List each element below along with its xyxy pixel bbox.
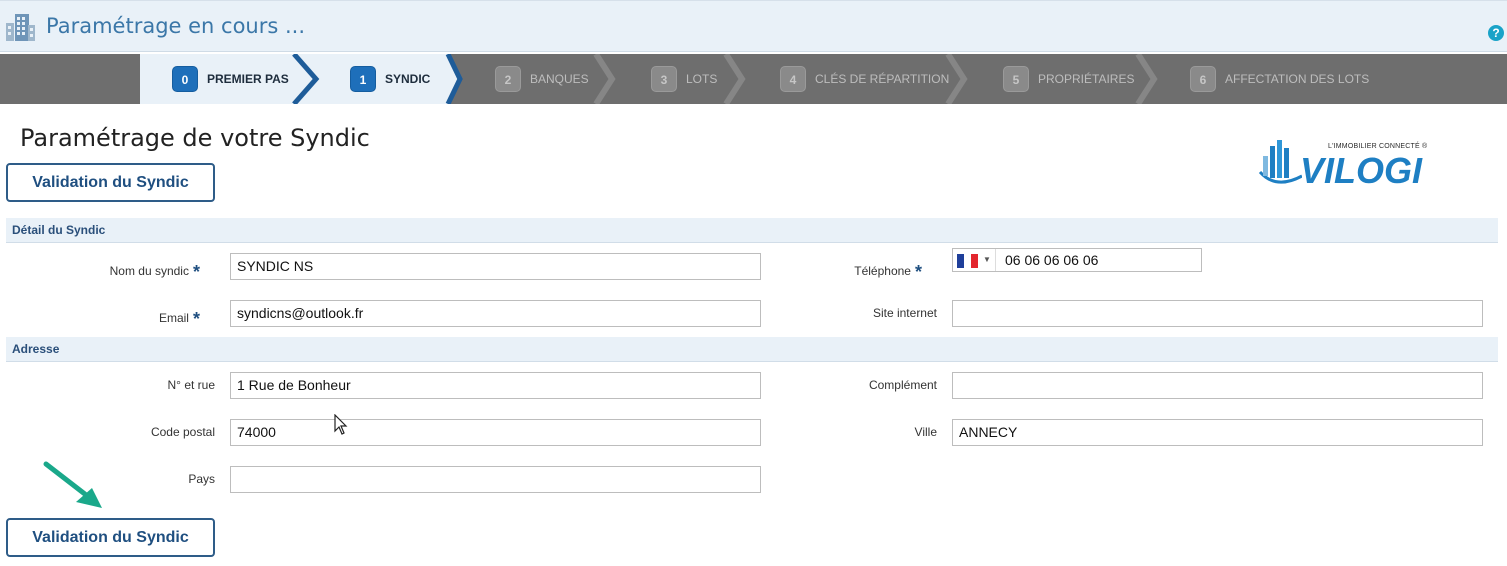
chevron-down-icon[interactable]: ▼ [983,255,991,264]
wizard-step-cles-repartition[interactable]: 4 CLÉS DE RÉPARTITION [780,54,949,104]
nom-syndic-label: Nom du syndic * [109,262,200,282]
separator [995,249,996,271]
rue-label: N° et rue [167,378,215,392]
validate-syndic-button-bottom[interactable]: Validation du Syndic [6,518,215,557]
step-label: PROPRIÉTAIRES [1038,72,1135,86]
wizard-step-proprietaires[interactable]: 5 PROPRIÉTAIRES [1003,54,1134,104]
section-detail-syndic: Détail du Syndic [6,218,1498,243]
telephone-label: Téléphone * [854,262,922,282]
complement-input[interactable] [952,372,1483,399]
wizard-step-premier-pas[interactable]: 0 PREMIER PAS [172,54,289,104]
chevron-right-icon [945,54,968,104]
vilogi-logo: L'IMMOBILIER CONNECTÉ ® VILOGI [1256,138,1446,191]
wizard-step-syndic[interactable]: 1 SYNDIC [350,54,430,104]
telephone-value[interactable]: 06 06 06 06 06 [1005,252,1098,268]
mouse-cursor-icon [334,414,348,435]
logo-building-icon [1258,140,1302,184]
step-number: 1 [350,66,376,92]
step-number: 5 [1003,66,1029,92]
step-label: CLÉS DE RÉPARTITION [815,72,950,86]
telephone-input[interactable]: ▼ 06 06 06 06 06 [952,248,1202,272]
help-icon[interactable]: ? [1488,25,1504,41]
step-label: SYNDIC [385,72,431,86]
step-label: BANQUES [530,72,589,86]
setup-wizard: 0 PREMIER PAS 1 SYNDIC 2 BANQUES 3 LOTS … [0,54,1507,104]
building-icon [6,14,35,41]
france-flag-icon[interactable] [957,254,978,268]
step-label: AFFECTATION DES LOTS [1225,72,1370,86]
step-number: 6 [1190,66,1216,92]
step-number: 2 [495,66,521,92]
required-mark: * [914,262,922,282]
annotation-arrow-icon [43,461,102,508]
wizard-step-banques[interactable]: 2 BANQUES [495,54,589,104]
rue-input[interactable]: 1 Rue de Bonheur [230,372,761,399]
section-adresse: Adresse [6,337,1498,362]
wizard-step-affectation-lots[interactable]: 6 AFFECTATION DES LOTS [1190,54,1369,104]
step-number: 0 [172,66,198,92]
chevron-right-icon [723,54,746,104]
nom-syndic-input[interactable]: SYNDIC NS [230,253,761,280]
ville-label: Ville [914,425,937,439]
logo-tagline: L'IMMOBILIER CONNECTÉ ® [1328,143,1428,150]
step-label: LOTS [686,72,718,86]
section-title: Détail du Syndic [12,223,106,237]
top-header: Paramétrage en cours ... ? [0,0,1507,52]
site-internet-label: Site internet [872,306,937,320]
code-postal-label: Code postal [150,425,215,439]
chevron-right-icon [292,54,320,104]
wizard-step-lots[interactable]: 3 LOTS [651,54,717,104]
required-mark: * [192,309,200,329]
step-number: 4 [780,66,806,92]
ville-input[interactable]: ANNECY [952,419,1483,446]
step-label: PREMIER PAS [207,72,289,86]
site-internet-input[interactable] [952,300,1483,327]
section-title: Adresse [12,342,60,356]
pays-input[interactable] [230,466,761,493]
chevron-right-icon [593,54,616,104]
chevron-right-icon [1135,54,1158,104]
step-number: 3 [651,66,677,92]
email-label: Email * [158,309,200,329]
complement-label: Complément [868,378,937,392]
validate-syndic-button-top[interactable]: Validation du Syndic [6,163,215,202]
chevron-right-icon [440,54,463,104]
required-mark: * [192,262,200,282]
code-postal-input[interactable]: 74000 [230,419,761,446]
page-title: Paramétrage de votre Syndic [20,124,370,152]
email-input[interactable]: syndicns@outlook.fr [230,300,761,327]
logo-name: VILOGI [1300,150,1423,191]
header-title: Paramétrage en cours ... [46,14,306,38]
